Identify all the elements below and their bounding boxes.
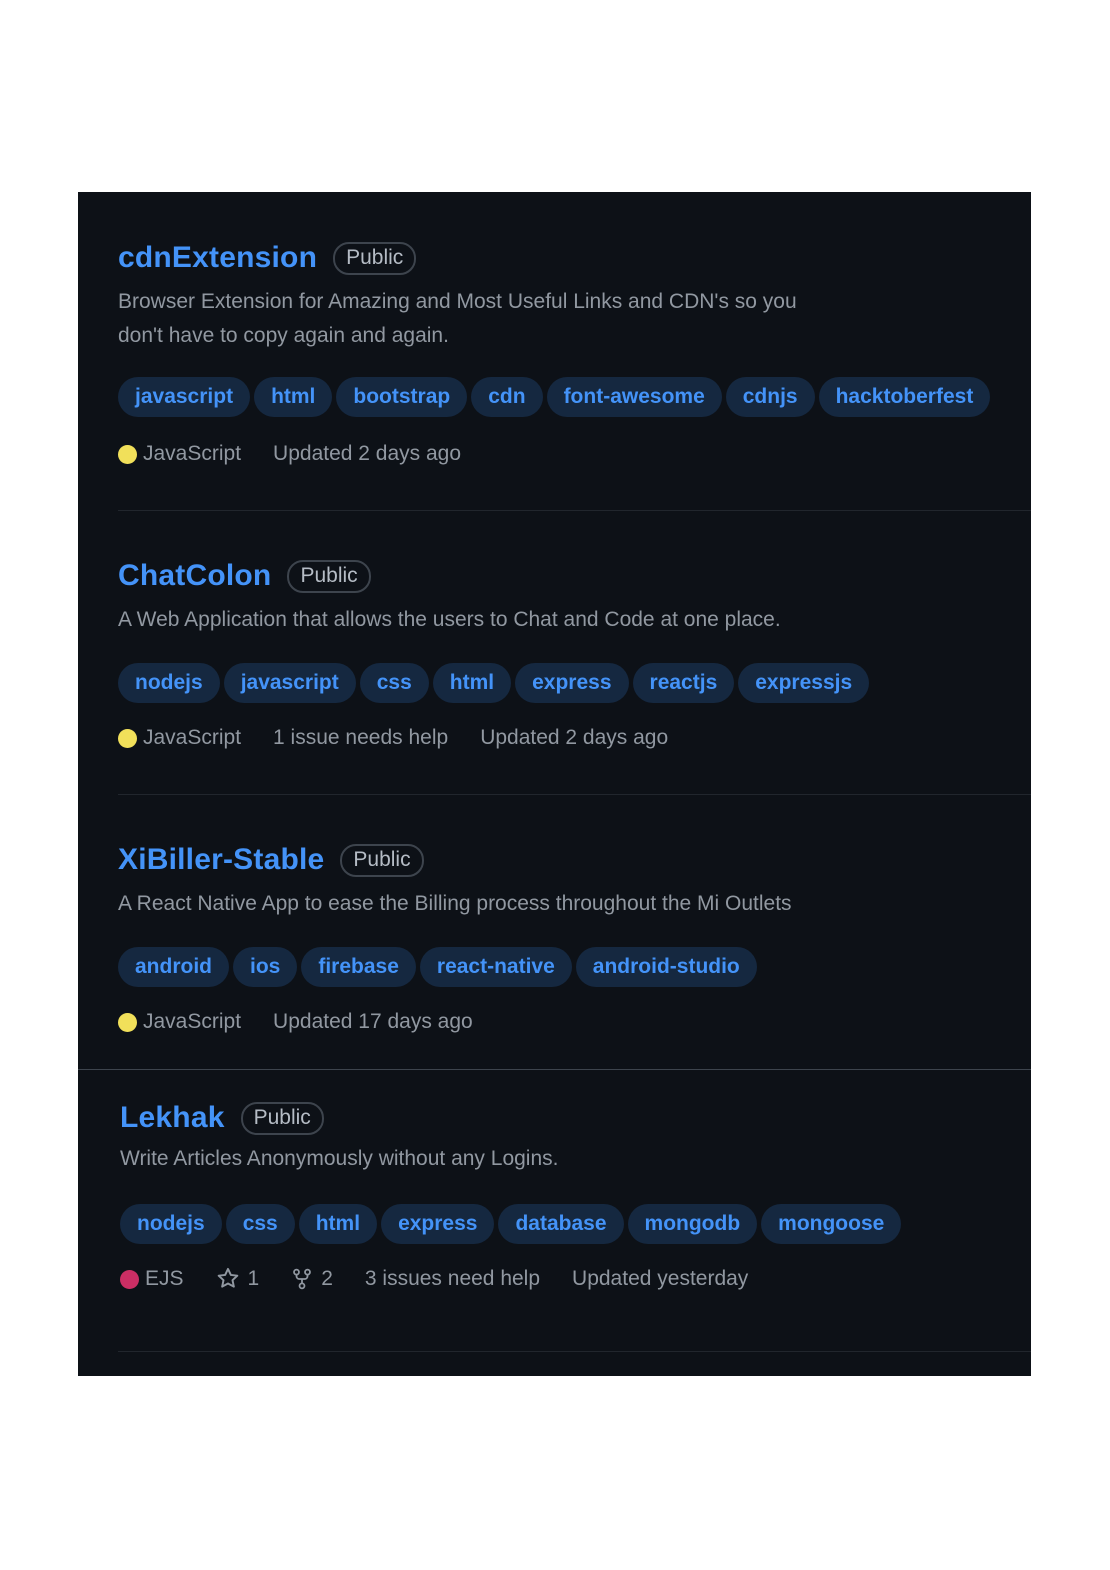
topic-tag[interactable]: database bbox=[498, 1204, 624, 1244]
star-count: 1 bbox=[247, 1267, 260, 1290]
section-divider bbox=[78, 1069, 1031, 1070]
repo-description: A Web Application that allows the users … bbox=[118, 608, 781, 631]
repo-description: Write Articles Anonymously without any L… bbox=[120, 1147, 559, 1170]
language-name: EJS bbox=[145, 1267, 184, 1290]
visibility-badge: Public bbox=[287, 559, 371, 593]
repo-name-link[interactable]: XiBiller-Stable bbox=[118, 843, 324, 877]
topic-tag[interactable]: cdn bbox=[471, 377, 543, 417]
topic-list: nodejs javascript css html express react… bbox=[118, 663, 873, 703]
topic-tag[interactable]: html bbox=[298, 1204, 378, 1244]
topic-tag[interactable]: firebase bbox=[301, 947, 416, 987]
visibility-badge: Public bbox=[333, 241, 417, 275]
topic-tag[interactable]: react-native bbox=[419, 947, 572, 987]
topic-tag[interactable]: css bbox=[225, 1204, 295, 1244]
topic-tag[interactable]: express bbox=[381, 1204, 495, 1244]
topic-tag[interactable]: android-studio bbox=[575, 947, 757, 987]
language-name: JavaScript bbox=[143, 1010, 242, 1033]
repo-description: Browser Extension for Amazing and Most U… bbox=[118, 290, 797, 347]
repo-meta: JavaScript Updated 2 days ago bbox=[118, 439, 493, 469]
fork-count: 2 bbox=[321, 1267, 333, 1290]
topic-tag[interactable]: font-awesome bbox=[546, 377, 722, 417]
repo-description: A React Native App to ease the Billing p… bbox=[118, 892, 792, 915]
topic-tag[interactable]: nodejs bbox=[118, 663, 220, 703]
repository-list: cdnExtension Public Browser Extension fo… bbox=[78, 192, 1031, 1376]
repo-name-link[interactable]: cdnExtension bbox=[118, 241, 317, 275]
language-color-dot bbox=[118, 1012, 137, 1032]
topic-tag[interactable]: bootstrap bbox=[336, 377, 468, 417]
language: EJS bbox=[120, 1267, 184, 1291]
repo-divider bbox=[118, 1351, 1031, 1352]
topic-tag[interactable]: mongodb bbox=[627, 1204, 758, 1244]
repo-name-link[interactable]: ChatColon bbox=[118, 559, 271, 593]
language-color-dot bbox=[118, 728, 137, 748]
repo-meta: JavaScript Updated 17 days ago bbox=[118, 1007, 505, 1037]
help-wanted-issues-link[interactable]: 1 issue needs help bbox=[273, 726, 448, 750]
language: JavaScript bbox=[118, 1010, 241, 1034]
language-color-dot bbox=[118, 444, 137, 464]
topic-tag[interactable]: expressjs bbox=[738, 663, 870, 703]
topic-tag[interactable]: css bbox=[359, 663, 429, 703]
topic-tag[interactable]: android bbox=[118, 947, 229, 987]
topic-tag[interactable]: html bbox=[254, 377, 333, 417]
updated-time: Updated 17 days ago bbox=[273, 1010, 473, 1033]
language-name: JavaScript bbox=[143, 726, 242, 749]
visibility-badge: Public bbox=[340, 843, 424, 877]
topic-tag[interactable]: hacktoberfest bbox=[818, 377, 991, 417]
repo-divider bbox=[118, 794, 1031, 795]
repo-meta: EJS 1 2 3 issues need help Updated yeste… bbox=[120, 1264, 780, 1294]
help-wanted-issues-link[interactable]: 3 issues need help bbox=[365, 1267, 540, 1291]
forks-link[interactable]: 2 bbox=[291, 1267, 333, 1291]
language: JavaScript bbox=[118, 726, 241, 750]
topic-tag[interactable]: reactjs bbox=[632, 663, 735, 703]
topic-tag[interactable]: html bbox=[432, 663, 512, 703]
updated-time: Updated 2 days ago bbox=[480, 726, 669, 749]
star-icon bbox=[217, 1267, 238, 1288]
topic-tag[interactable]: mongoose bbox=[761, 1204, 902, 1244]
topic-tag[interactable]: cdnjs bbox=[725, 377, 815, 417]
repo-divider bbox=[118, 510, 1031, 511]
topic-tag[interactable]: nodejs bbox=[120, 1204, 222, 1244]
language: JavaScript bbox=[118, 442, 241, 466]
stargazers-link[interactable]: 1 bbox=[216, 1267, 260, 1291]
topic-list: nodejs css html express database mongodb… bbox=[120, 1204, 905, 1244]
topic-tag[interactable]: express bbox=[515, 663, 629, 703]
repo-name-link[interactable]: Lekhak bbox=[120, 1101, 225, 1135]
topic-tag[interactable]: javascript bbox=[118, 377, 251, 417]
topic-tag[interactable]: javascript bbox=[223, 663, 356, 703]
visibility-badge: Public bbox=[240, 1101, 324, 1135]
updated-time: Updated 2 days ago bbox=[273, 442, 462, 465]
language-color-dot bbox=[120, 1269, 139, 1289]
updated-time: Updated yesterday bbox=[572, 1267, 749, 1290]
language-name: JavaScript bbox=[143, 442, 242, 465]
topic-tag[interactable]: ios bbox=[233, 947, 298, 987]
topic-list: javascript html bootstrap cdn font-aweso… bbox=[118, 377, 994, 417]
topic-list: android ios firebase react-native androi… bbox=[118, 947, 761, 987]
repo-meta: JavaScript 1 issue needs help Updated 2 … bbox=[118, 723, 700, 753]
repo-forked-icon bbox=[293, 1268, 312, 1290]
